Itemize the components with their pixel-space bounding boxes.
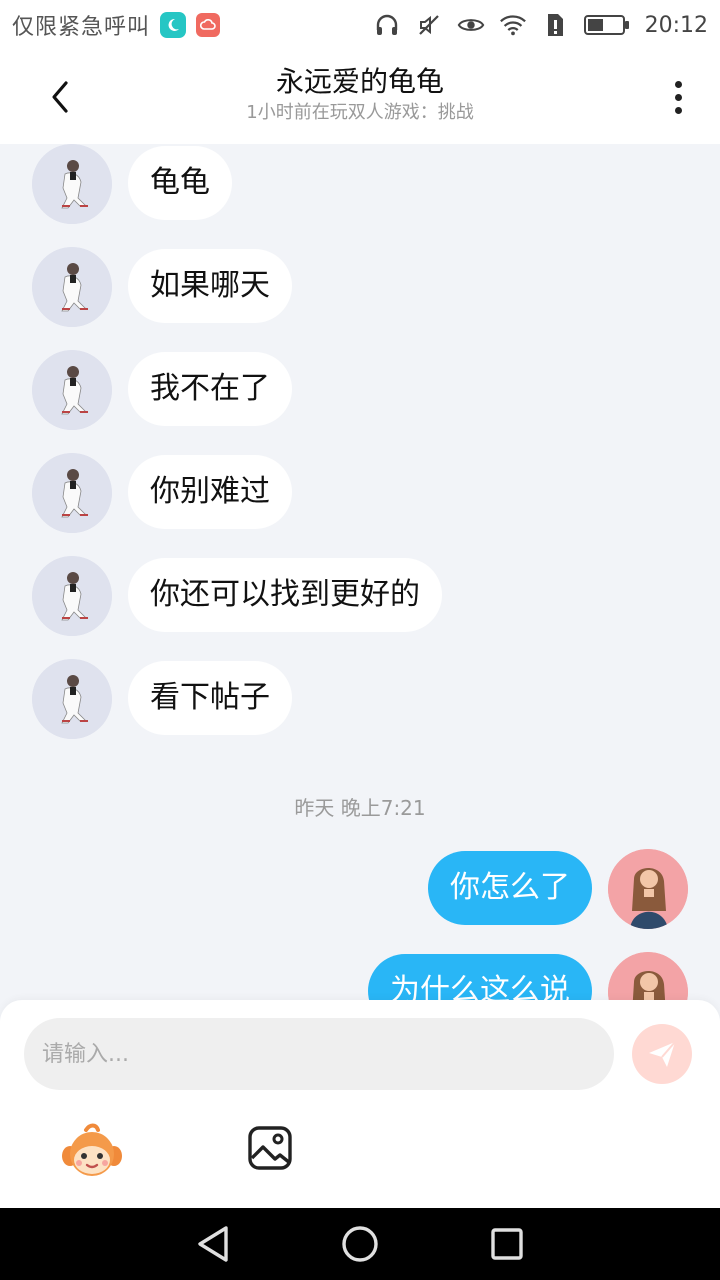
message-bubble[interactable]: 你怎么了 <box>428 851 592 925</box>
message-bubble[interactable]: 你别难过 <box>128 455 292 529</box>
send-icon <box>649 1041 676 1067</box>
message-row: 龟龟 <box>0 144 720 224</box>
emergency-call-text: 仅限紧急呼叫 <box>12 15 151 40</box>
status-bar: 仅限紧急呼叫 20:12 <box>0 0 720 50</box>
chat-title[interactable]: 永远爱的龟龟 <box>160 64 560 100</box>
message-row: 你怎么了 <box>0 849 720 929</box>
message-row: 如果哪天 <box>0 247 720 327</box>
message-bubble[interactable]: 如果哪天 <box>128 249 292 323</box>
send-button[interactable] <box>632 1024 692 1084</box>
input-panel <box>0 1000 720 1208</box>
message-bubble[interactable]: 我不在了 <box>128 352 292 426</box>
nav-home-icon <box>342 1226 378 1262</box>
nav-recents-button[interactable] <box>477 1214 537 1274</box>
emoji-icon <box>62 1123 122 1176</box>
message-bubble[interactable]: 为什么这么说 <box>368 954 592 1004</box>
headphones-icon <box>373 11 401 39</box>
image-button[interactable] <box>246 1124 294 1172</box>
moon-app-icon <box>160 12 187 38</box>
contact-avatar[interactable] <box>32 350 112 430</box>
mute-icon <box>415 11 443 39</box>
nav-back-button[interactable] <box>183 1214 243 1274</box>
more-button[interactable] <box>658 72 698 122</box>
message-input[interactable] <box>24 1018 614 1090</box>
battery-icon <box>583 11 631 39</box>
message-row: 你别难过 <box>0 453 720 533</box>
wifi-icon <box>499 11 527 39</box>
message-row: 你还可以找到更好的 <box>0 556 720 636</box>
message-bubble[interactable]: 看下帖子 <box>128 661 292 735</box>
message-row: 看下帖子 <box>0 659 720 739</box>
system-nav-bar <box>0 1208 720 1280</box>
image-icon <box>248 1126 292 1170</box>
eye-icon <box>457 11 485 39</box>
clock: 20:12 <box>644 12 708 38</box>
message-bubble[interactable]: 你还可以找到更好的 <box>128 558 442 632</box>
contact-avatar[interactable] <box>32 247 112 327</box>
back-icon <box>52 81 68 113</box>
more-icon <box>674 80 682 88</box>
chat-header: 永远爱的龟龟 1小时前在玩双人游戏：挑战 <box>0 50 720 144</box>
user-avatar[interactable] <box>608 849 688 929</box>
contact-avatar[interactable] <box>32 556 112 636</box>
message-row: 为什么这么说 <box>0 952 720 1004</box>
back-button[interactable] <box>36 72 86 122</box>
nav-recents-icon <box>490 1228 523 1260</box>
chat-subtitle: 1小时前在玩双人游戏：挑战 <box>246 102 474 123</box>
user-avatar[interactable] <box>608 952 688 1004</box>
cloud-app-icon <box>196 13 221 37</box>
message-list[interactable]: 龟龟 如果哪天 我不在了 你别难过 你还可以找到更好的 看下帖子 昨天 晚上7:… <box>0 144 720 1004</box>
message-bubble[interactable]: 龟龟 <box>128 146 232 220</box>
sim-alert-icon <box>541 11 569 39</box>
nav-home-button[interactable] <box>330 1214 390 1274</box>
emoji-button[interactable] <box>60 1118 124 1182</box>
nav-back-icon <box>198 1226 229 1262</box>
contact-avatar[interactable] <box>32 453 112 533</box>
contact-avatar[interactable] <box>32 144 112 224</box>
message-timestamp: 昨天 晚上7:21 <box>294 796 426 820</box>
message-row: 我不在了 <box>0 350 720 430</box>
contact-avatar[interactable] <box>32 659 112 739</box>
